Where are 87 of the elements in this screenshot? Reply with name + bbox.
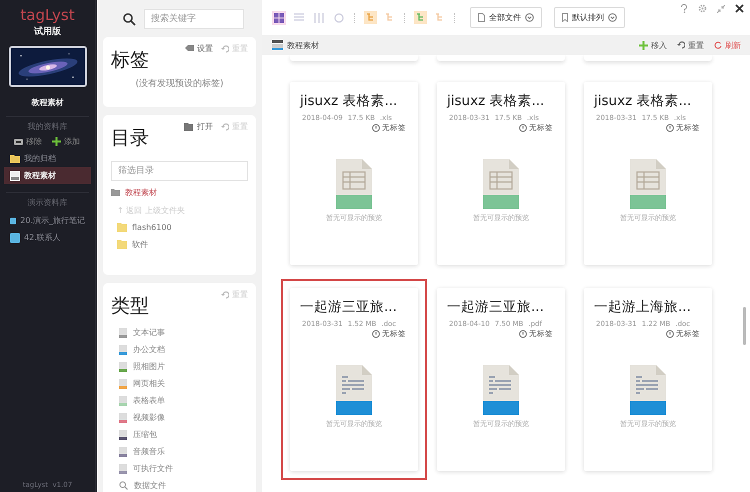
folder-icon [111,189,120,196]
type-item[interactable]: 办公文档 [119,344,248,355]
document-icon [336,365,372,415]
document-icon [483,365,519,415]
document-icon [336,159,372,209]
panel-title: 目录 [111,126,149,151]
panel-title: 标签 [111,48,149,73]
reset-button[interactable]: 重置 [674,40,707,50]
empty-message: (没有发现预设的标签) [134,78,225,90]
columns-view-button[interactable] [312,10,326,24]
dropdown-button[interactable]: 默认排列 [554,7,625,28]
folder-item[interactable]: flash6100 [111,223,248,232]
document-icon [630,159,666,209]
refresh-icon [714,41,722,49]
cabinet-icon [272,40,283,50]
open-button[interactable]: 打开 [184,121,213,132]
folder-icon [184,122,194,130]
search-icon [119,481,128,490]
remove-button[interactable]: 移除 [14,136,42,147]
library-item[interactable]: 42.联系人 [4,229,91,246]
type-item[interactable]: 网页相关 [119,378,248,389]
help-icon[interactable] [680,4,688,13]
info-icon [519,124,527,132]
library-item[interactable]: 我的归档 [4,150,91,167]
undo-icon [221,290,229,298]
add-button[interactable]: 添加 [52,136,80,147]
file-title: 一起游上海旅... [594,298,692,316]
info-icon [372,124,380,132]
undo-icon [221,122,229,130]
info-icon [519,330,527,338]
file-title: jisuxz 表格素... [447,92,546,110]
undo-icon [221,44,229,52]
close-icon[interactable] [735,4,744,13]
file-title: jisuxz 表格素... [300,92,398,110]
type-item[interactable]: 音频音乐 [119,446,248,457]
file-title: jisuxz 表格素... [594,92,692,110]
document-icon [483,159,519,209]
app-logo-text: tagLyst [19,6,76,24]
type-item[interactable]: 压缩包 [119,429,248,440]
library-name: 教程素材 [30,97,64,108]
type-item[interactable]: 可执行文件 [119,463,248,474]
type-item[interactable]: 表格表单 [119,395,248,406]
dropdown-button[interactable]: 全部文件 [470,7,542,28]
circle-view-button[interactable] [332,10,346,24]
bookmark-icon [562,13,568,22]
refresh-button[interactable]: 刷新 [711,40,744,50]
folder-filter-field[interactable]: 筛选目录 [111,161,248,181]
settings-icon[interactable] [698,4,707,13]
type-item[interactable]: 照相图片 [119,361,248,372]
chevron-down-icon [525,13,534,22]
info-icon [666,124,674,132]
chevron-down-icon [608,13,617,22]
file-title: 一起游三亚旅... [447,298,545,316]
section-heading: 演示资料库 [26,197,68,208]
type-item[interactable]: 视频影像 [119,412,248,423]
plus-icon [639,40,648,50]
grid-view-button[interactable] [272,10,286,24]
edition-label: 试用版 [32,25,62,38]
search-icon [123,12,136,26]
undo-icon [677,41,685,49]
folder-icon [10,154,20,163]
drive-icon [14,138,23,146]
folder-item[interactable]: 软件 [111,239,248,250]
settings-button[interactable]: 设置 [185,43,213,54]
search-field[interactable]: 搜索关键字 [144,9,244,29]
section-heading: 我的资料库 [26,121,68,132]
library-item[interactable]: 教程素材 [4,167,91,184]
library-item[interactable]: 20.演示_旅行笔记 [4,212,91,229]
tree-icon[interactable] [364,11,377,24]
square-icon [10,216,16,226]
type-item[interactable]: 数据文件 [119,480,248,491]
file-title: 一起游三亚旅... [300,298,398,316]
panel-title: 类型 [111,294,149,319]
tree-icon[interactable] [414,11,427,24]
breadcrumb-label: 教程素材 [287,40,319,50]
plus-icon [52,137,61,146]
info-icon [666,330,674,338]
add-button[interactable]: 移入 [636,40,670,50]
cabinet-icon [10,170,20,180]
info-icon [372,330,380,338]
document-icon [630,365,666,415]
square-icon [10,232,20,242]
tag-icon [185,44,194,52]
current-folder[interactable]: 教程素材 [111,187,248,198]
type-item[interactable]: 文本记事 [119,327,248,338]
shrink-icon[interactable] [717,4,725,12]
file-icon [478,13,485,22]
